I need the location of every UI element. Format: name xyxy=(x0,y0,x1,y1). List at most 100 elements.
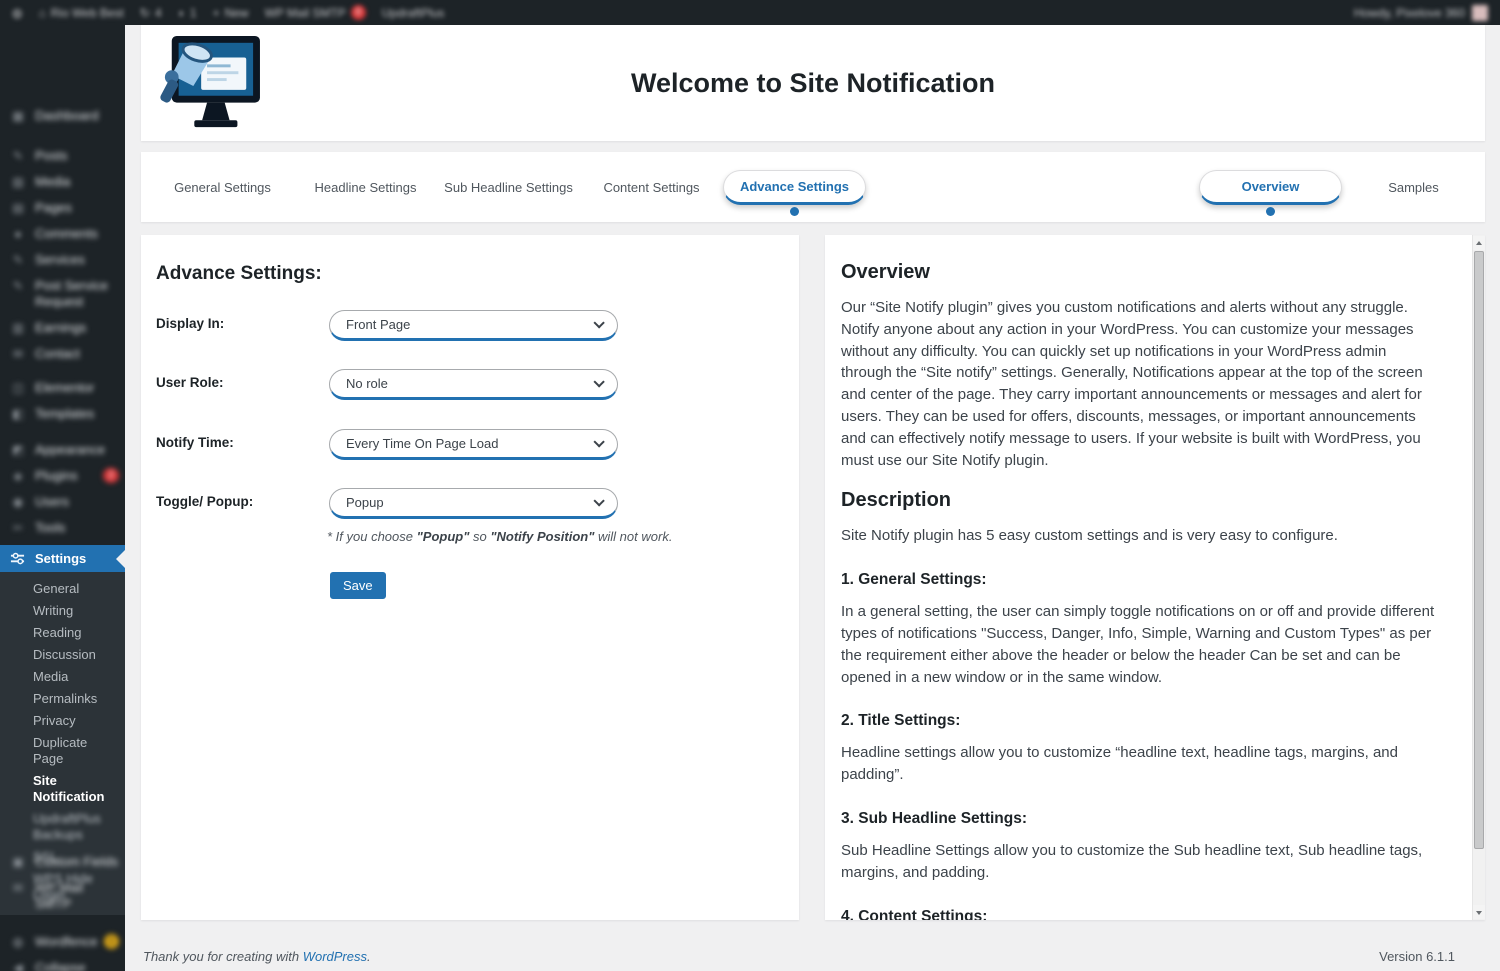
elementor-icon: ◫ xyxy=(10,380,26,396)
submenu-item-media[interactable]: Media xyxy=(0,666,125,688)
site-name-menu[interactable]: ⌂ Rio Web Best xyxy=(38,6,123,20)
sidebar-item-post-service-request[interactable]: ✎ Post Service Request xyxy=(0,273,125,315)
submenu-item-writing[interactable]: Writing xyxy=(0,600,125,622)
submenu-item-updraftplus-backups[interactable]: UpdraftPlus Backups xyxy=(0,808,125,846)
submenu-item-site-notification[interactable]: Site Notification xyxy=(0,770,125,808)
plus-icon: + xyxy=(213,6,220,20)
wordpress-admin-screen: ◍ ⌂ Rio Web Best ↻ 4 ◗ 1 + New WP Mail S… xyxy=(0,0,1500,971)
comments-count: 1 xyxy=(190,6,197,20)
sidebar-item-comments[interactable]: ● Comments xyxy=(0,221,125,247)
updraftplus-menu[interactable]: UpdraftPlus xyxy=(382,6,445,20)
posts-icon: ✎ xyxy=(10,148,26,164)
chevron-down-icon xyxy=(593,317,604,328)
howdy-menu[interactable]: Howdy, Pixelove 360 xyxy=(1354,6,1465,20)
toggle-popup-select[interactable]: Popup xyxy=(329,488,618,519)
pages-icon: ▤ xyxy=(10,200,26,216)
submenu-item-discussion[interactable]: Discussion xyxy=(0,644,125,666)
tab-general-settings[interactable]: General Settings xyxy=(151,170,294,205)
sidebar-item-elementor[interactable]: ◫ Elementor xyxy=(0,375,125,401)
plugins-icon: ◈ xyxy=(10,468,26,484)
sidebar-item-services[interactable]: ✎ Services xyxy=(0,247,125,273)
sidebar-group-dashboard: ▦ Dashboard xyxy=(0,103,125,129)
page-title: Welcome to Site Notification xyxy=(141,25,1485,141)
new-label: New xyxy=(225,6,249,20)
tab-samples[interactable]: Samples xyxy=(1342,170,1485,205)
display-in-label: Display In: xyxy=(156,316,224,331)
sidebar-item-media[interactable]: ▨ Media xyxy=(0,169,125,195)
sidebar-group-bottom: ▣ Custom Fields ✉ WP Mail SMTP ◍ Wordfen… xyxy=(0,849,125,971)
submenu-item-duplicate-page[interactable]: Duplicate Page xyxy=(0,732,125,770)
wordpress-link[interactable]: WordPress xyxy=(303,949,367,964)
sidebar-group-builder: ◫ Elementor ◧ Templates xyxy=(0,375,125,427)
wp-mail-smtp-icon: ✉ xyxy=(10,880,26,896)
advance-settings-heading: Advance Settings: xyxy=(156,263,322,285)
sidebar-item-settings[interactable]: Settings xyxy=(0,545,125,572)
submenu-item-general[interactable]: General xyxy=(0,578,125,600)
sidebar-item-collapse-menu[interactable]: ◀ Collapse menu xyxy=(0,955,125,971)
sidebar-group-admin: ◩ Appearance ◈ Plugins 2 ◉ Users ✂ Tools xyxy=(0,437,125,541)
wordpress-logo-icon[interactable]: ◍ xyxy=(12,6,22,20)
comments-icon: ◗ xyxy=(178,6,185,20)
sidebar-item-dashboard[interactable]: ▦ Dashboard xyxy=(0,103,125,129)
sidebar-item-templates[interactable]: ◧ Templates xyxy=(0,401,125,427)
collapse-menu-icon: ◀ xyxy=(10,960,26,971)
home-icon: ⌂ xyxy=(38,6,45,20)
comments-menu[interactable]: ◗ 1 xyxy=(178,6,197,20)
submenu-item-privacy[interactable]: Privacy xyxy=(0,710,125,732)
popup-note: * If you choose "Popup" so "Notify Posit… xyxy=(327,529,672,544)
sidebar-item-plugins[interactable]: ◈ Plugins 2 xyxy=(0,463,125,489)
sidebar-item-tools[interactable]: ✂ Tools xyxy=(0,515,125,541)
advance-settings-panel: Advance Settings: Display In: Front Page… xyxy=(141,235,799,920)
tab-overview[interactable]: Overview xyxy=(1199,170,1342,205)
scrollbar-thumb[interactable] xyxy=(1474,251,1484,849)
updates-icon: ↻ xyxy=(140,6,150,20)
sidebar-item-wp-mail-smtp[interactable]: ✉ WP Mail SMTP xyxy=(0,875,125,917)
user-role-select[interactable]: No role xyxy=(329,369,618,400)
dashboard-icon: ▦ xyxy=(10,108,26,124)
toggle-popup-value: Popup xyxy=(346,495,384,510)
new-menu[interactable]: + New xyxy=(213,6,249,20)
overview-scrollbar xyxy=(1472,235,1485,920)
main-content: Welcome to Site Notification General Set… xyxy=(125,25,1500,971)
description-heading: Description xyxy=(841,489,1439,512)
save-button[interactable]: Save xyxy=(330,572,386,599)
sidebar-item-pages[interactable]: ▤ Pages xyxy=(0,195,125,221)
chevron-down-icon xyxy=(593,376,604,387)
sidebar-item-appearance[interactable]: ◩ Appearance xyxy=(0,437,125,463)
sidebar-item-earnings[interactable]: ▥ Earnings xyxy=(0,315,125,341)
avatar[interactable] xyxy=(1472,5,1488,21)
sidebar-item-custom-fields[interactable]: ▣ Custom Fields xyxy=(0,849,125,875)
display-in-value: Front Page xyxy=(346,317,410,332)
display-in-row: Display In: Front Page xyxy=(156,310,759,341)
notify-time-select[interactable]: Every Time On Page Load xyxy=(329,429,618,460)
submenu-item-reading[interactable]: Reading xyxy=(0,622,125,644)
scroll-up-icon[interactable] xyxy=(1473,236,1485,250)
sidebar-item-posts[interactable]: ✎ Posts xyxy=(0,143,125,169)
sidebar-group-content: ✎ Posts ▨ Media ▤ Pages ● Comments ✎ Ser… xyxy=(0,143,125,367)
wordfence-badge: 1 xyxy=(104,934,119,949)
footer-thanks: Thank you for creating with WordPress. xyxy=(143,949,371,964)
tab-advance-settings[interactable]: Advance Settings xyxy=(723,170,866,205)
overview-content: Overview Our “Site Notify plugin” gives … xyxy=(825,235,1485,920)
wp-mail-smtp-menu[interactable]: WP Mail SMTP 0 xyxy=(265,5,366,20)
notify-time-value: Every Time On Page Load xyxy=(346,436,498,451)
tab-content-settings[interactable]: Content Settings xyxy=(580,170,723,205)
wp-mail-smtp-label: WP Mail SMTP xyxy=(265,6,346,20)
display-in-select[interactable]: Front Page xyxy=(329,310,618,341)
sidebar-item-wordfence[interactable]: ◍ Wordfence 1 xyxy=(0,929,125,955)
wp-mail-smtp-badge: 0 xyxy=(351,5,366,20)
plugin-header: Welcome to Site Notification xyxy=(141,25,1485,141)
updates-menu[interactable]: ↻ 4 xyxy=(140,6,162,20)
scroll-down-icon[interactable] xyxy=(1473,905,1485,919)
tab-sub-headline-settings[interactable]: Sub Headline Settings xyxy=(437,170,580,205)
notify-time-row: Notify Time: Every Time On Page Load xyxy=(156,429,759,460)
overview-panel: Overview Our “Site Notify plugin” gives … xyxy=(825,235,1485,920)
overview-heading: Overview xyxy=(841,261,1439,284)
media-icon: ▨ xyxy=(10,174,26,190)
submenu-item-permalinks[interactable]: Permalinks xyxy=(0,688,125,710)
sidebar-item-users[interactable]: ◉ Users xyxy=(0,489,125,515)
sidebar-item-contact[interactable]: ✉ Contact xyxy=(0,341,125,367)
tab-headline-settings[interactable]: Headline Settings xyxy=(294,170,437,205)
wordfence-icon: ◍ xyxy=(10,934,26,950)
chevron-down-icon xyxy=(593,495,604,506)
